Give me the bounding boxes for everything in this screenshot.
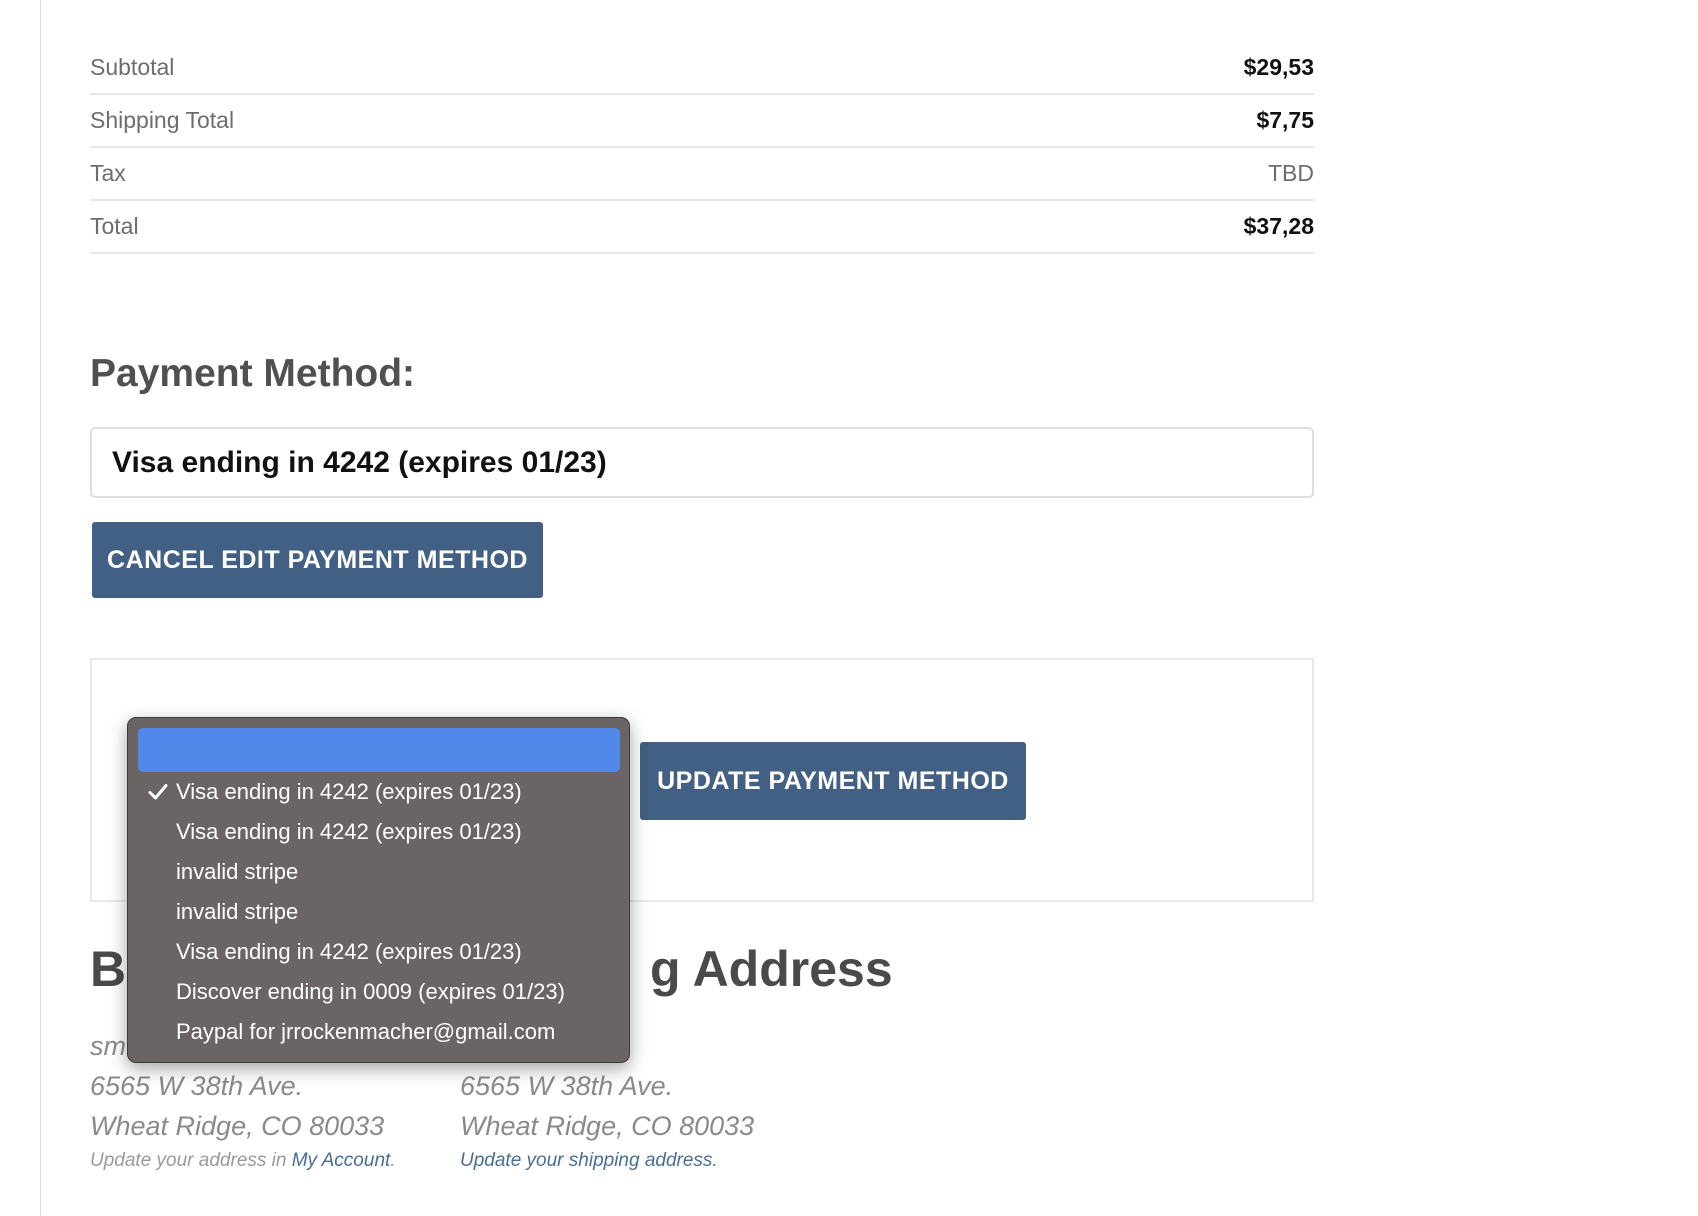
dropdown-option[interactable]: Visa ending in 4242 (expires 01/23) — [138, 932, 619, 972]
totals-row-shipping: Shipping Total $7,75 — [90, 95, 1314, 148]
dropdown-option[interactable]: Visa ending in 4242 (expires 01/23) — [138, 812, 619, 852]
order-totals-table: Subtotal $29,53 Shipping Total $7,75 Tax… — [90, 42, 1314, 254]
update-shipping-address-link[interactable]: Update your shipping address. — [460, 1146, 754, 1176]
totals-label: Subtotal — [90, 54, 175, 80]
current-payment-method-label: Visa ending in 4242 (expires 01/23) — [112, 445, 607, 479]
totals-row-tax: Tax TBD — [90, 148, 1314, 201]
billing-city: Wheat Ridge, CO 80033 — [90, 1111, 385, 1141]
dropdown-option-label: Discover ending in 0009 (expires 01/23) — [176, 979, 565, 1004]
dropdown-option-label: Visa ending in 4242 (expires 01/23) — [176, 779, 522, 804]
totals-row-subtotal: Subtotal $29,53 — [90, 42, 1314, 95]
totals-value: TBD — [1268, 160, 1314, 186]
addresses-heading-right: g Address — [650, 941, 893, 997]
dropdown-option[interactable]: invalid stripe — [138, 892, 619, 932]
left-border — [40, 0, 41, 1216]
dropdown-option-label: Paypal for jrrockenmacher@gmail.com — [176, 1019, 556, 1044]
dropdown-option[interactable]: Discover ending in 0009 (expires 01/23) — [138, 972, 619, 1012]
totals-value: $29,53 — [1243, 54, 1314, 80]
dropdown-option[interactable]: Visa ending in 4242 (expires 01/23) — [138, 772, 619, 812]
dropdown-option-label: invalid stripe — [176, 859, 299, 884]
dropdown-option-label: Visa ending in 4242 (expires 01/23) — [176, 939, 522, 964]
billing-note-suffix: . — [390, 1150, 396, 1171]
dropdown-option-label: Visa ending in 4242 (expires 01/23) — [176, 819, 522, 844]
billing-street: 6565 W 38th Ave. — [90, 1071, 304, 1101]
totals-value: $7,75 — [1256, 107, 1314, 133]
my-account-link[interactable]: My Account — [292, 1150, 391, 1171]
billing-update-note: Update your address in My Account. — [90, 1146, 396, 1176]
payment-method-title: Payment Method: — [90, 352, 416, 395]
totals-label: Tax — [90, 160, 126, 186]
update-payment-button[interactable]: UPDATE PAYMENT METHOD — [640, 742, 1026, 820]
totals-label: Total — [90, 213, 139, 239]
dropdown-highlight-row[interactable] — [138, 728, 620, 772]
totals-row-total: Total $37,28 — [90, 201, 1314, 254]
totals-label: Shipping Total — [90, 107, 235, 133]
dropdown-option[interactable]: invalid stripe — [138, 852, 619, 892]
dropdown-option-label: invalid stripe — [176, 899, 299, 924]
current-payment-method: Visa ending in 4242 (expires 01/23) — [90, 427, 1314, 498]
cancel-edit-payment-button[interactable]: CANCEL EDIT PAYMENT METHOD — [92, 522, 543, 598]
checkmark-icon — [146, 772, 170, 812]
billing-note-prefix: Update your address in — [90, 1150, 292, 1171]
totals-value: $37,28 — [1243, 213, 1314, 239]
checkout-page: Subtotal $29,53 Shipping Total $7,75 Tax… — [0, 0, 1698, 1216]
payment-method-dropdown[interactable]: Visa ending in 4242 (expires 01/23) Visa… — [127, 717, 630, 1063]
shipping-street: 6565 W 38th Ave. — [460, 1071, 674, 1101]
dropdown-option[interactable]: Paypal for jrrockenmacher@gmail.com — [138, 1012, 619, 1052]
shipping-city: Wheat Ridge, CO 80033 — [460, 1111, 755, 1141]
